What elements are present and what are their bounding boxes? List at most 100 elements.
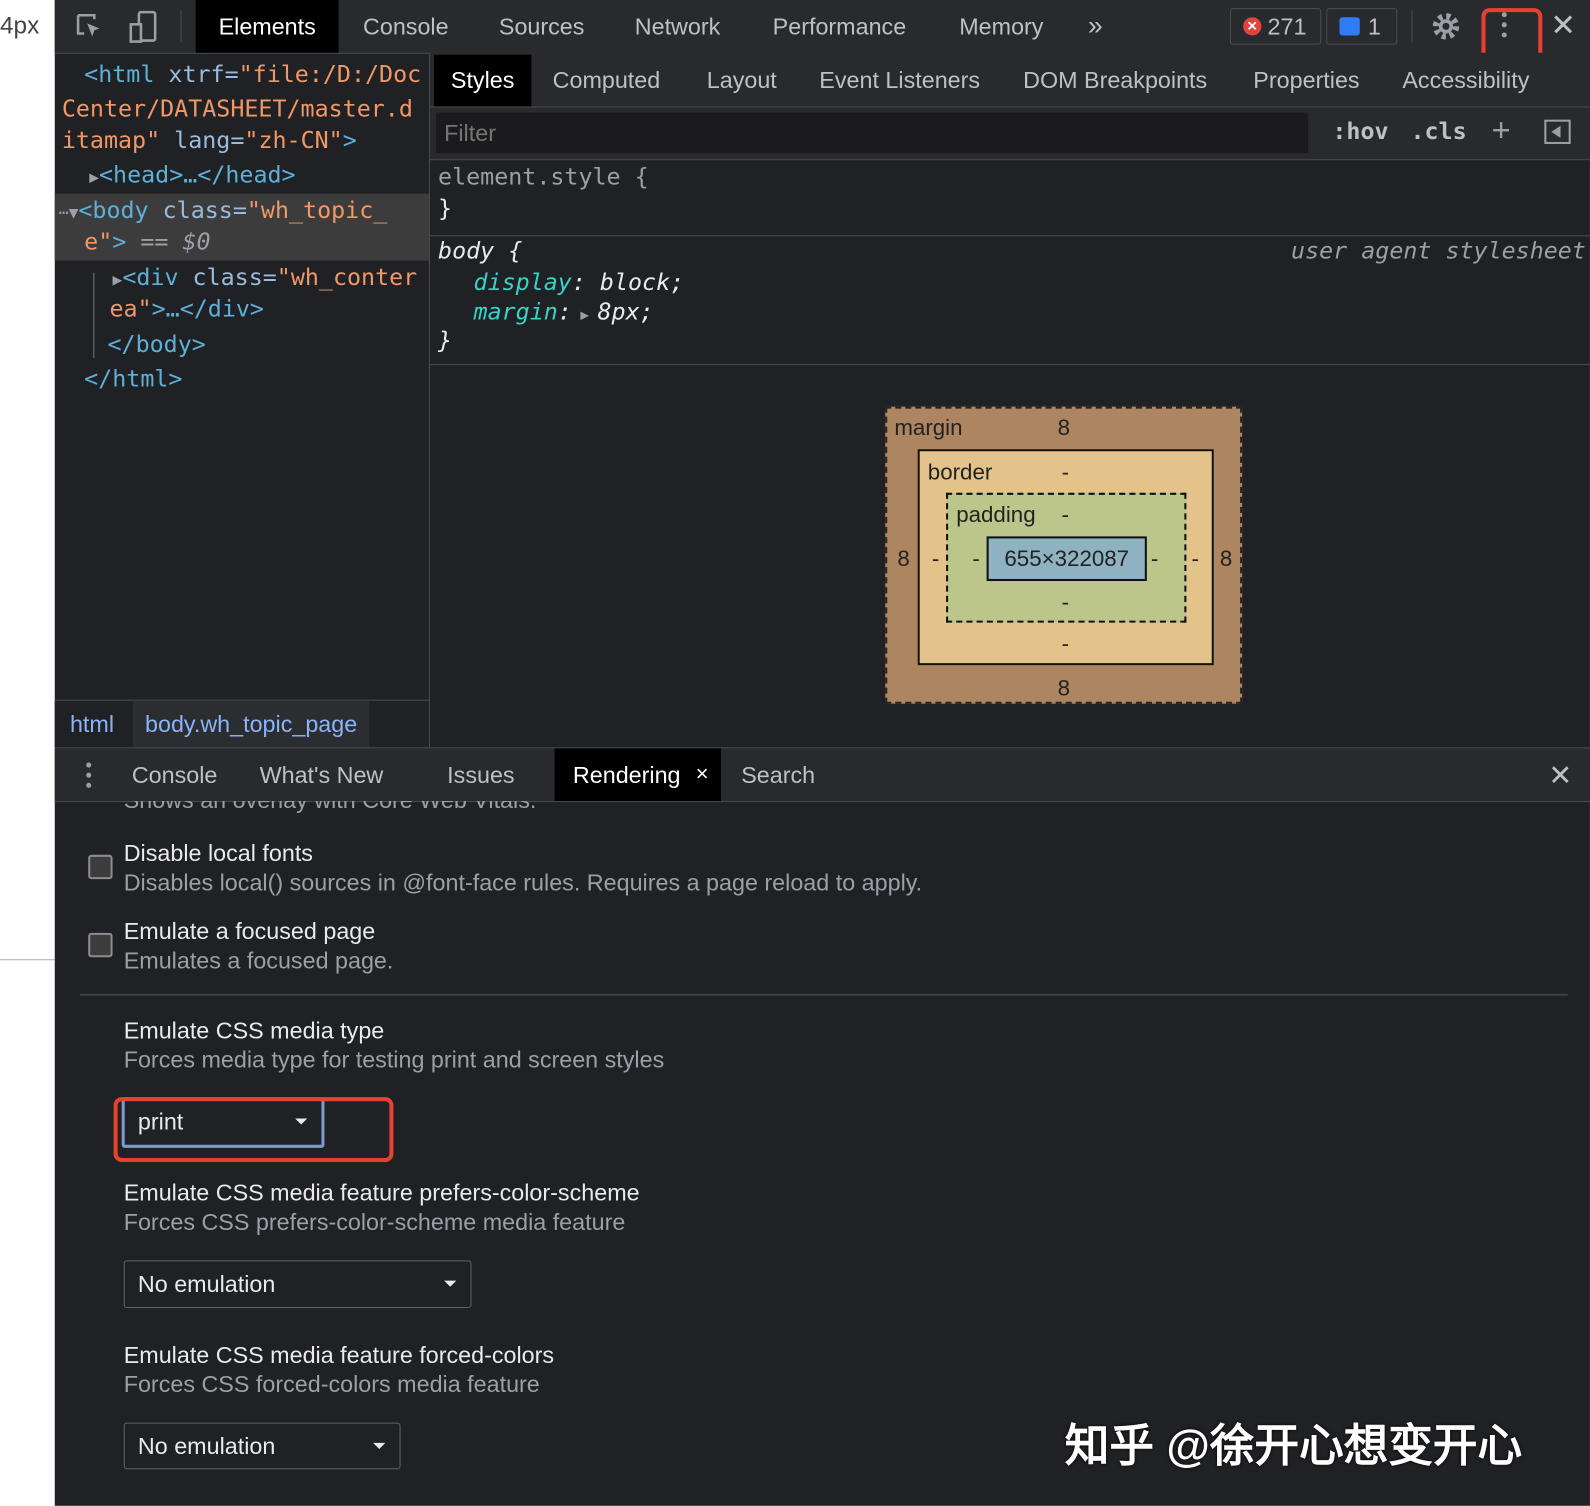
device-toggle-icon[interactable] <box>128 10 158 44</box>
drawer-menu-kebab-icon[interactable] <box>86 762 92 788</box>
subtab-dom-breakpoints[interactable]: DOM Breakpoints <box>1023 67 1207 94</box>
box-model-content[interactable]: 655×322087 <box>986 536 1147 582</box>
section-divider <box>80 993 1568 996</box>
option-description: Emulates a focused page. <box>123 947 394 974</box>
toolbar-separator <box>180 10 182 43</box>
box-model-margin[interactable]: margin 8 8 8 8 border - - - - padding - … <box>885 406 1243 704</box>
styles-subtabs: Styles Computed Layout Event Listeners D… <box>429 52 1590 108</box>
drawer-tab-console[interactable]: Console <box>132 762 218 789</box>
body-node-line: e"> == $0 <box>84 229 211 256</box>
more-tabs-button[interactable]: » <box>1088 10 1103 41</box>
html-node-line[interactable]: <html xtrf="file:/D:/Doc <box>84 62 421 88</box>
inspect-element-icon[interactable] <box>75 12 105 42</box>
expand-arrow-icon: ▶ <box>112 269 123 289</box>
html-node-line: Center/DATASHEET/master.d <box>61 96 413 123</box>
elements-tree: <html xtrf="file:/D:/Doc Center/DATASHEE… <box>54 53 430 700</box>
page-viewport-edge: 4px <box>0 0 55 1506</box>
close-devtools-icon[interactable]: ✕ <box>1550 8 1575 43</box>
toolbar-separator <box>1411 10 1413 43</box>
body-close-node[interactable]: </body> <box>107 332 205 358</box>
cut-off-description: Shows an overlay with Core Web Vitals. <box>124 801 537 814</box>
html-node-line: itamap" lang="zh-CN"> <box>61 127 357 155</box>
drawer-tab-search[interactable]: Search <box>741 762 815 789</box>
drawer-tab-issues[interactable]: Issues <box>447 762 514 789</box>
new-style-rule-icon[interactable]: + <box>1492 112 1511 150</box>
expand-arrow-icon: ▶ <box>89 167 100 187</box>
message-count: 1 <box>1367 13 1381 40</box>
breadcrumb-body[interactable]: body.wh_topic_page <box>132 700 370 748</box>
media-type-title: Emulate CSS media type <box>123 1017 385 1044</box>
tab-performance[interactable]: Performance <box>773 13 907 40</box>
rule-divider <box>429 235 1590 237</box>
expand-arrow-icon: ▶ <box>571 307 598 324</box>
breadcrumb-html[interactable]: html <box>70 711 114 738</box>
page-divider <box>0 959 55 961</box>
color-scheme-title: Emulate CSS media feature prefers-color-… <box>123 1179 640 1206</box>
devtools-window: Elements Console Sources Network Perform… <box>54 0 1590 1506</box>
subtab-event-listeners[interactable]: Event Listeners <box>819 67 980 94</box>
declaration-margin[interactable]: margin: ▶ 8px; <box>474 299 654 325</box>
tab-console[interactable]: Console <box>363 13 449 40</box>
tab-memory[interactable]: Memory <box>959 13 1043 40</box>
toggle-sidebar-icon[interactable] <box>1544 119 1571 144</box>
declaration-display[interactable]: display: block; <box>474 270 685 296</box>
option-title: Disable local fonts <box>123 839 313 866</box>
color-scheme-select[interactable]: No emulation <box>123 1260 472 1309</box>
hov-toggle[interactable]: :hov <box>1332 119 1388 145</box>
rule-source: user agent stylesheet <box>1291 238 1586 265</box>
media-type-description: Forces media type for testing print and … <box>123 1046 665 1073</box>
rule-divider <box>429 364 1590 366</box>
rendering-panel: Shows an overlay with Core Web Vitals. D… <box>55 801 1590 1506</box>
main-toolbar: Elements Console Sources Network Perform… <box>54 0 1590 74</box>
html-close-node[interactable]: </html> <box>84 366 182 392</box>
rule-close-brace: } <box>438 327 453 354</box>
option-description: Disables local() sources in @font-face r… <box>123 868 923 896</box>
div-node[interactable]: ▶<div class="wh_conter <box>113 265 418 291</box>
rule-close-brace: } <box>438 195 453 223</box>
highlight-box-media-select <box>113 1097 394 1163</box>
head-node[interactable]: ▶<head>…</head> <box>89 162 295 188</box>
ellipsis-icon: ⋯ <box>58 202 69 223</box>
disable-local-fonts-checkbox[interactable] <box>88 854 113 880</box>
tab-sources[interactable]: Sources <box>499 13 585 40</box>
error-count-badge[interactable]: ✕ 271 <box>1229 8 1322 45</box>
tree-guide <box>93 272 95 358</box>
body-node[interactable]: ⋯▼<body class="wh_topic_ <box>59 198 387 224</box>
watermark: 知乎 @徐开心想变开心 <box>1064 1421 1523 1472</box>
subtab-properties[interactable]: Properties <box>1253 67 1359 94</box>
forced-colors-description: Forces CSS forced-colors media feature <box>123 1370 540 1398</box>
div-node-line: ea">…</div> <box>109 296 264 323</box>
subtab-computed[interactable]: Computed <box>553 67 661 94</box>
message-icon <box>1339 17 1360 36</box>
collapse-arrow-icon: ▼ <box>68 202 79 223</box>
styles-filter-bar: :hov .cls + <box>429 107 1590 161</box>
body-rule-selector: body { <box>438 238 523 265</box>
breadcrumb: html body.wh_topic_page <box>54 699 430 748</box>
subtab-accessibility[interactable]: Accessibility <box>1402 67 1529 94</box>
tab-network[interactable]: Network <box>635 13 721 40</box>
message-count-badge[interactable]: 1 <box>1326 8 1398 45</box>
error-icon: ✕ <box>1243 17 1262 36</box>
tab-elements[interactable]: Elements <box>195 0 339 53</box>
page-edge-text: 4px <box>0 12 40 40</box>
settings-gear-icon[interactable] <box>1431 11 1461 41</box>
drawer-tab-rendering[interactable]: Rendering × <box>554 748 721 802</box>
close-drawer-icon[interactable]: ✕ <box>1548 758 1572 791</box>
subtab-styles[interactable]: Styles <box>433 54 532 107</box>
close-tab-icon[interactable]: × <box>696 761 709 787</box>
drawer-tab-whats-new[interactable]: What's New <box>260 762 384 789</box>
color-scheme-description: Forces CSS prefers-color-scheme media fe… <box>123 1208 626 1236</box>
cls-toggle[interactable]: .cls <box>1410 119 1466 145</box>
subtab-layout[interactable]: Layout <box>707 67 777 94</box>
error-count: 271 <box>1267 13 1307 40</box>
drawer-tabbar: Console What's New Issues Rendering × Se… <box>54 747 1590 803</box>
option-title: Emulate a focused page <box>123 917 376 945</box>
element-style-rule[interactable]: element.style { <box>438 164 649 190</box>
styles-pane: Styles Computed Layout Event Listeners D… <box>429 52 1590 747</box>
styles-filter-input[interactable] <box>436 112 1309 154</box>
emulate-focused-page-checkbox[interactable] <box>88 932 113 958</box>
box-model-border[interactable]: border - - - - padding - - - - 655×32208… <box>917 449 1214 666</box>
box-model-padding[interactable]: padding - - - - 655×322087 <box>946 492 1187 623</box>
forced-colors-select[interactable]: No emulation <box>123 1422 401 1470</box>
forced-colors-title: Emulate CSS media feature forced-colors <box>123 1341 555 1368</box>
